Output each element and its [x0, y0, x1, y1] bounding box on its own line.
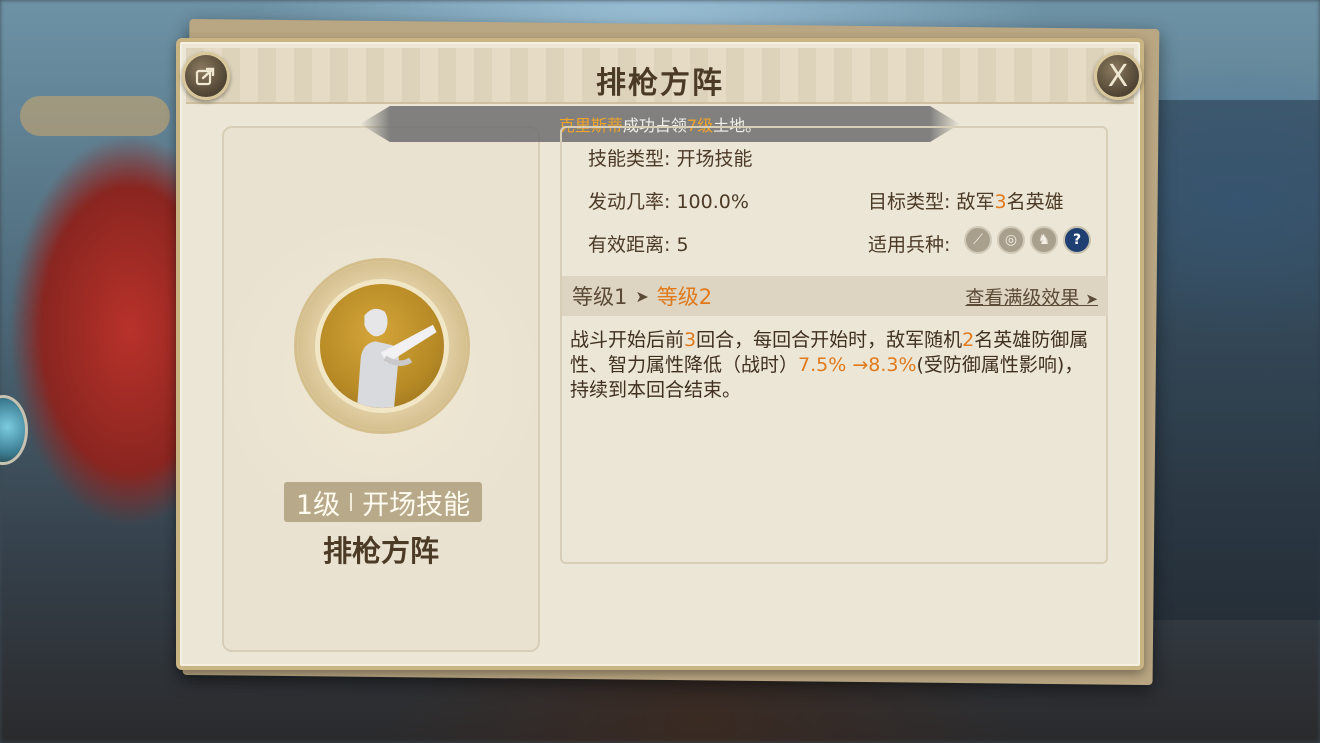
horse-icon[interactable]: ♞ — [1030, 226, 1058, 254]
skill-name: 排枪方阵 — [322, 534, 439, 568]
desc-text: 回合，每回合开始时，敌军随机 — [696, 329, 963, 351]
trigger-rate-value: 100.0% — [676, 191, 749, 213]
panel-title: 排枪方阵 — [596, 66, 724, 101]
desc-values: 7.5% →8.3% — [798, 354, 917, 376]
skill-type-label: 技能类型: — [588, 148, 671, 170]
trigger-rate-label: 发动几率: — [588, 191, 671, 213]
view-max-label: 查看满级效果 — [965, 286, 1080, 309]
level-bar: 等级1 ➤ 等级2 查看满级效果 ➤ — [562, 276, 1108, 316]
desc-targets: 2 — [962, 329, 975, 351]
skill-type-short: 开场技能 — [362, 489, 471, 521]
range-value: 5 — [676, 234, 689, 256]
troop-type-label: 适用兵种: — [868, 234, 951, 256]
desc-text: 战斗开始后前 — [570, 329, 685, 351]
level-from: 等级1 — [572, 285, 628, 309]
range-row: 有效距离: 5 — [588, 230, 689, 257]
arrow-icon: ➤ — [635, 286, 649, 306]
troop-type-row: 适用兵种: — [868, 230, 950, 257]
target-type-suffix: 名英雄 — [1006, 191, 1064, 213]
level-to: 等级2 — [656, 285, 713, 309]
range-label: 有效距离: — [588, 234, 671, 256]
share-button[interactable] — [182, 52, 230, 100]
divider — [350, 493, 353, 511]
skill-icon-card: 1级 开场技能 排枪方阵 — [222, 126, 540, 652]
skill-detail-panel: 排枪方阵 X 1级 开场技能 排枪方阵 克里斯蒂成功占领 7级 土地。 技能类型… — [176, 38, 1144, 670]
skill-type-row: 技能类型: 开场技能 — [588, 144, 752, 171]
background-chip — [20, 96, 170, 136]
troop-icon-list: ⟋ ◎ ♞ ? — [964, 226, 1091, 254]
question-icon[interactable]: ? — [1063, 226, 1091, 254]
target-type-label: 目标类型: — [868, 191, 951, 213]
target-type-prefix: 敌军 — [956, 191, 995, 213]
target-icon[interactable]: ◎ — [997, 226, 1025, 254]
close-button[interactable]: X — [1094, 52, 1142, 100]
sword-icon[interactable]: ⟋ — [964, 226, 992, 254]
skill-description: 战斗开始后前3回合，每回合开始时，敌军随机2名英雄防御属性、智力属性降低（战时）… — [570, 328, 1098, 403]
target-count: 3 — [994, 191, 1007, 213]
skill-emblem — [315, 279, 449, 413]
close-icon: X — [1107, 58, 1129, 94]
share-icon — [195, 67, 215, 86]
target-type-row: 目标类型: 敌军3名英雄 — [868, 187, 1064, 214]
musketeer-icon — [357, 308, 437, 408]
skill-emblem-ring — [294, 258, 470, 434]
skill-type-value: 开场技能 — [676, 148, 753, 170]
view-max-level-link[interactable]: 查看满级效果 ➤ — [965, 283, 1098, 310]
desc-rounds: 3 — [684, 329, 697, 351]
trigger-rate-row: 发动几率: 100.0% — [588, 187, 749, 214]
skill-level: 1级 — [295, 489, 341, 521]
level-type-plate: 1级 开场技能 — [284, 482, 482, 522]
chevron-right-icon: ➤ — [1085, 289, 1098, 308]
background-side-panel — [1150, 100, 1320, 620]
